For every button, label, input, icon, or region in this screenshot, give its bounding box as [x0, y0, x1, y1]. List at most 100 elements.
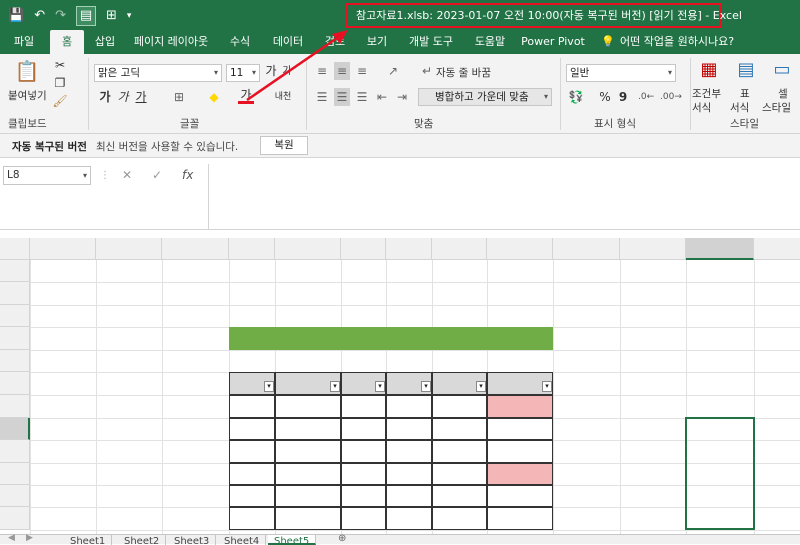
- filter-dropdown-icon[interactable]: ▾: [375, 381, 385, 392]
- wrap-text-button[interactable]: 자동 줄 바꿈: [436, 65, 491, 80]
- format-as-table-icon[interactable]: ▤: [734, 58, 758, 82]
- grow-font-button[interactable]: 가: [264, 62, 278, 80]
- tab-review[interactable]: 검토: [318, 30, 352, 54]
- column-header[interactable]: [341, 238, 386, 260]
- table-cell[interactable]: [432, 440, 487, 463]
- tab-insert[interactable]: 삽입: [88, 30, 122, 54]
- scroll-right-icon[interactable]: ▶: [26, 533, 33, 543]
- table-cell[interactable]: [341, 507, 386, 530]
- font-color-button[interactable]: 가: [238, 86, 254, 104]
- row-header[interactable]: [0, 507, 30, 530]
- conditional-formatting-label[interactable]: 조건부: [692, 86, 721, 101]
- filter-dropdown-icon[interactable]: ▾: [421, 381, 431, 392]
- table-cell[interactable]: [432, 463, 487, 485]
- table-cell[interactable]: [386, 395, 432, 418]
- column-header[interactable]: [30, 238, 96, 260]
- chevron-down-icon[interactable]: ▾: [83, 167, 87, 184]
- table-cell[interactable]: [229, 418, 275, 440]
- filter-dropdown-icon[interactable]: ▾: [264, 381, 274, 392]
- table-cell[interactable]: [229, 463, 275, 485]
- active-cell[interactable]: [685, 417, 755, 530]
- underline-button[interactable]: 가: [134, 88, 148, 106]
- row-header[interactable]: [0, 440, 30, 463]
- tell-me-search[interactable]: 어떤 작업을 원하시나요?: [620, 30, 750, 54]
- format-as-table-label[interactable]: 표: [740, 86, 750, 101]
- cancel-icon[interactable]: ✕: [122, 166, 132, 184]
- row-header[interactable]: [0, 305, 30, 327]
- cell-value[interactable]: [620, 350, 686, 372]
- column-header[interactable]: [386, 238, 432, 260]
- table-cell[interactable]: [487, 440, 553, 463]
- column-header[interactable]: [96, 238, 162, 260]
- cell-value[interactable]: [341, 260, 386, 282]
- phonetic-button[interactable]: 내천: [272, 88, 294, 106]
- currency-icon[interactable]: 💱: [566, 88, 586, 106]
- table-cell[interactable]: [386, 463, 432, 485]
- column-header[interactable]: [620, 238, 686, 260]
- table-cell[interactable]: [432, 485, 487, 507]
- orientation-icon[interactable]: ↗: [384, 62, 402, 80]
- column-header[interactable]: [162, 238, 229, 260]
- paste-icon[interactable]: 📋: [14, 58, 40, 84]
- filter-dropdown-icon[interactable]: ▾: [542, 381, 552, 392]
- tab-home[interactable]: 홈: [50, 30, 84, 54]
- tab-formulas[interactable]: 수식: [224, 30, 256, 54]
- table-cell[interactable]: [487, 463, 553, 485]
- form-icon[interactable]: ▤: [76, 6, 96, 26]
- column-header[interactable]: [553, 238, 620, 260]
- enter-icon[interactable]: ✓: [152, 166, 162, 184]
- table-cell[interactable]: [432, 418, 487, 440]
- restore-button[interactable]: 복원: [260, 136, 308, 155]
- decrease-decimal-icon[interactable]: .00→: [660, 88, 682, 106]
- increase-decimal-icon[interactable]: .0←: [638, 88, 654, 106]
- cell-value[interactable]: [30, 372, 96, 395]
- merge-center-button[interactable]: 병합하고 가운데 맞춤 ▾: [418, 88, 552, 106]
- tab-page-layout[interactable]: 페이지 레이아웃: [128, 30, 214, 54]
- table-cell[interactable]: [386, 507, 432, 530]
- comma-button[interactable]: 9: [616, 88, 630, 106]
- cell-value[interactable]: [162, 507, 229, 530]
- number-format-select[interactable]: 일반 ▾: [566, 64, 676, 82]
- table-cell[interactable]: [229, 395, 275, 418]
- align-top-icon[interactable]: ≡: [314, 62, 330, 80]
- row-header[interactable]: [0, 327, 30, 350]
- filter-dropdown-icon[interactable]: ▾: [476, 381, 486, 392]
- table-cell[interactable]: [229, 440, 275, 463]
- tab-view[interactable]: 보기: [360, 30, 394, 54]
- formula-input[interactable]: [208, 164, 800, 230]
- row-header[interactable]: [0, 463, 30, 485]
- table-cell[interactable]: [341, 485, 386, 507]
- row-header[interactable]: [0, 282, 30, 305]
- table-cell[interactable]: [275, 418, 341, 440]
- increase-indent-icon[interactable]: ⇥: [394, 88, 410, 106]
- align-left-icon[interactable]: ☰: [314, 88, 330, 106]
- italic-button[interactable]: 가: [116, 88, 130, 106]
- table-cell[interactable]: [275, 463, 341, 485]
- table-cell[interactable]: [229, 485, 275, 507]
- grid-icon[interactable]: ⊞: [106, 7, 117, 25]
- cell-value[interactable]: [96, 305, 162, 327]
- copy-icon[interactable]: ❐: [52, 74, 68, 92]
- cell-value[interactable]: [30, 327, 96, 350]
- table-cell[interactable]: [432, 395, 487, 418]
- cell-value[interactable]: [432, 305, 497, 327]
- tab-power-pivot[interactable]: Power Pivot: [520, 30, 586, 54]
- tab-help[interactable]: 도움말: [468, 30, 512, 54]
- insert-function-button[interactable]: fx: [182, 166, 193, 184]
- save-icon[interactable]: 💾: [8, 7, 24, 25]
- table-cell[interactable]: [386, 440, 432, 463]
- conditional-formatting-icon[interactable]: ▦: [696, 58, 722, 82]
- align-center-icon[interactable]: ☰: [334, 88, 350, 106]
- column-header[interactable]: [754, 238, 800, 260]
- table-cell[interactable]: [275, 440, 341, 463]
- align-right-icon[interactable]: ☰: [354, 88, 370, 106]
- row-header[interactable]: [0, 418, 30, 440]
- table-cell[interactable]: [487, 395, 553, 418]
- tab-data[interactable]: 데이터: [266, 30, 310, 54]
- column-header[interactable]: [487, 238, 553, 260]
- table-cell[interactable]: [341, 395, 386, 418]
- column-header[interactable]: [275, 238, 341, 260]
- row-header[interactable]: [0, 485, 30, 507]
- tab-file[interactable]: 파일: [6, 30, 42, 54]
- row-header[interactable]: [0, 260, 30, 282]
